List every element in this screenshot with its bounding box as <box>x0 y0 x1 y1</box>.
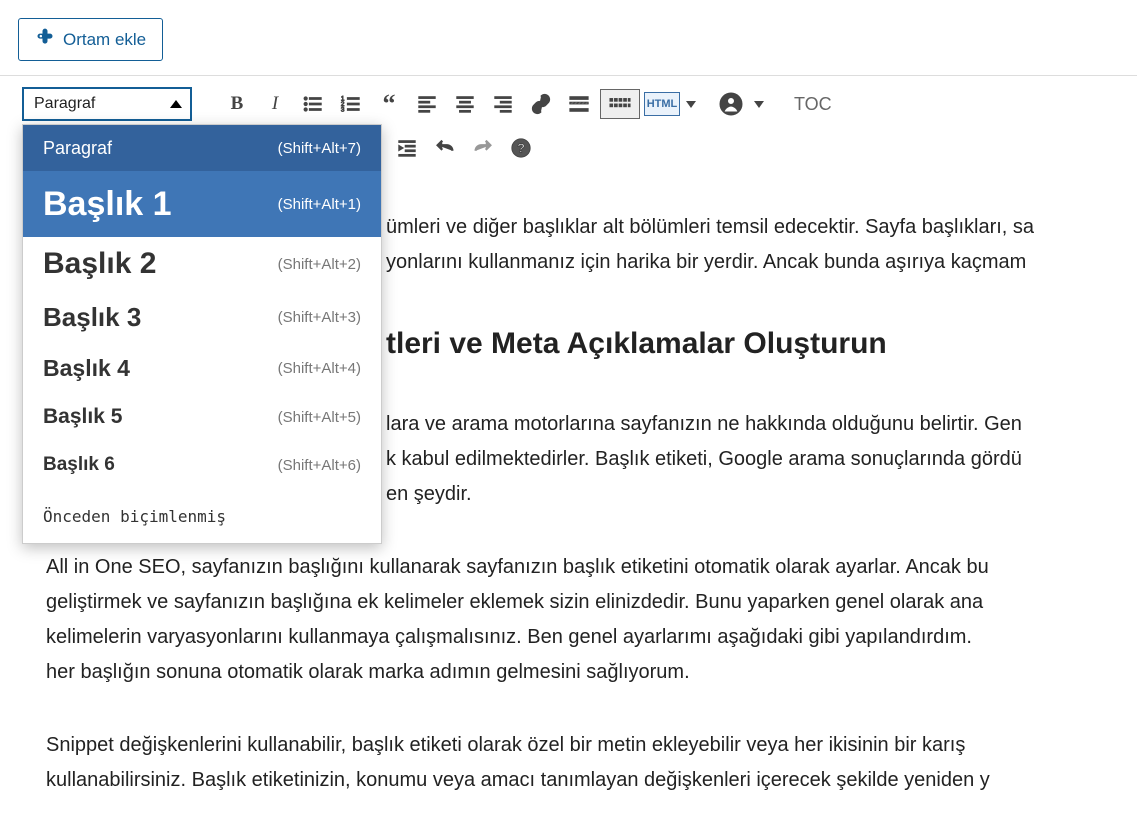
format-menu-item-shortcut: (Shift+Alt+4) <box>278 360 361 377</box>
redo-button[interactable] <box>466 131 500 165</box>
format-menu-item-label: Önceden biçimlenmiş <box>43 507 226 526</box>
format-menu-item-label: Başlık 4 <box>43 355 130 382</box>
indent-button[interactable] <box>390 131 424 165</box>
editor-toolbar: Paragraf B I 123 “ <box>0 75 1137 170</box>
paragraph-format-menu: Paragraf (Shift+Alt+7) Başlık 1 (Shift+Alt+… <box>22 124 382 544</box>
format-menu-item-label: Paragraf <box>43 138 112 159</box>
paragraph-text: en şeydir. <box>386 483 472 505</box>
numbered-list-button[interactable]: 123 <box>334 87 368 121</box>
caret-up-icon <box>170 100 182 108</box>
paragraph-text: lara ve arama motorlarına sayfanızın ne … <box>386 413 1022 435</box>
capitalize-button[interactable] <box>714 87 748 121</box>
paragraph-text: Snippet değişkenlerini kullanabilir, baş… <box>46 734 965 756</box>
paragraph-text: ümleri ve diğer başlıklar alt bölümleri … <box>386 216 1034 238</box>
format-menu-item-shortcut: (Shift+Alt+2) <box>278 256 361 273</box>
paragraph-text: k kabul edilmektedirler. Başlık etiketi,… <box>386 448 1022 470</box>
paragraph-text: All in One SEO, sayfanızın başlığını kul… <box>46 556 989 578</box>
format-menu-item-h2[interactable]: Başlık 2 (Shift+Alt+2) <box>23 237 381 291</box>
svg-text:3: 3 <box>341 106 345 113</box>
format-menu-item-h4[interactable]: Başlık 4 (Shift+Alt+4) <box>23 343 381 393</box>
format-menu-item-label: Başlık 3 <box>43 302 141 333</box>
media-icon <box>35 27 55 52</box>
bold-button[interactable]: B <box>220 87 254 121</box>
align-right-button[interactable] <box>486 87 520 121</box>
format-menu-item-para[interactable]: Paragraf (Shift+Alt+7) <box>23 125 381 171</box>
help-button[interactable]: ? <box>504 131 538 165</box>
format-menu-item-shortcut: (Shift+Alt+3) <box>278 309 361 326</box>
paragraph-text: geliştirmek ve sayfanızın başlığına ek k… <box>46 591 983 613</box>
align-center-button[interactable] <box>448 87 482 121</box>
format-menu-item-label: Başlık 2 <box>43 247 156 281</box>
format-menu-item-label: Başlık 6 <box>43 454 115 476</box>
format-menu-item-h5[interactable]: Başlık 5 (Shift+Alt+5) <box>23 393 381 441</box>
toc-button[interactable]: TOC <box>786 94 840 115</box>
italic-button[interactable]: I <box>258 87 292 121</box>
add-media-button[interactable]: Ortam ekle <box>18 18 163 61</box>
format-menu-item-shortcut: (Shift+Alt+6) <box>278 457 361 474</box>
html-button-label: HTML <box>647 93 678 115</box>
paragraph-text: her başlığın sonuna otomatik olarak mark… <box>46 661 690 683</box>
toolbar-row-1: Paragraf B I 123 “ <box>0 82 1137 126</box>
undo-button[interactable] <box>428 131 462 165</box>
bulleted-list-button[interactable] <box>296 87 330 121</box>
toc-label: TOC <box>794 94 832 114</box>
format-menu-item-h1[interactable]: Başlık 1 (Shift+Alt+1) <box>23 171 381 237</box>
align-left-button[interactable] <box>410 87 444 121</box>
insert-more-tag-button[interactable] <box>562 87 596 121</box>
insert-link-button[interactable] <box>524 87 558 121</box>
paragraph-format-select[interactable]: Paragraf <box>22 87 192 121</box>
blockquote-button[interactable]: “ <box>372 87 406 121</box>
paragraph-text: kelimelerin varyasyonlarını kullanmaya ç… <box>46 626 972 648</box>
format-menu-item-label: Başlık 1 <box>43 185 172 224</box>
format-select-label: Paragraf <box>34 95 95 113</box>
format-menu-item-h3[interactable]: Başlık 3 (Shift+Alt+3) <box>23 291 381 343</box>
format-menu-item-label: Başlık 5 <box>43 405 122 429</box>
toggle-toolbar-button[interactable] <box>600 89 640 119</box>
paragraph-text: kullanabilirsiniz. Başlık etiketinizin, … <box>46 769 990 791</box>
heading-text: tleri ve Meta Açıklamalar Oluşturun <box>386 327 887 360</box>
format-menu-item-shortcut: (Shift+Alt+1) <box>278 196 361 213</box>
format-menu-item-shortcut: (Shift+Alt+7) <box>278 140 361 157</box>
add-media-label: Ortam ekle <box>63 30 146 50</box>
insert-html-button[interactable]: HTML <box>644 92 680 116</box>
paragraph-text: yonlarını kullanmanız için harika bir ye… <box>386 251 1026 273</box>
format-menu-item-h6[interactable]: Başlık 6 (Shift+Alt+6) <box>23 441 381 489</box>
html-dropdown-caret-icon[interactable] <box>686 101 696 108</box>
format-menu-item-pre[interactable]: Önceden biçimlenmiş <box>23 489 381 543</box>
svg-text:?: ? <box>517 141 525 156</box>
capitalize-dropdown-caret-icon[interactable] <box>754 101 764 108</box>
format-menu-item-shortcut: (Shift+Alt+5) <box>278 409 361 426</box>
